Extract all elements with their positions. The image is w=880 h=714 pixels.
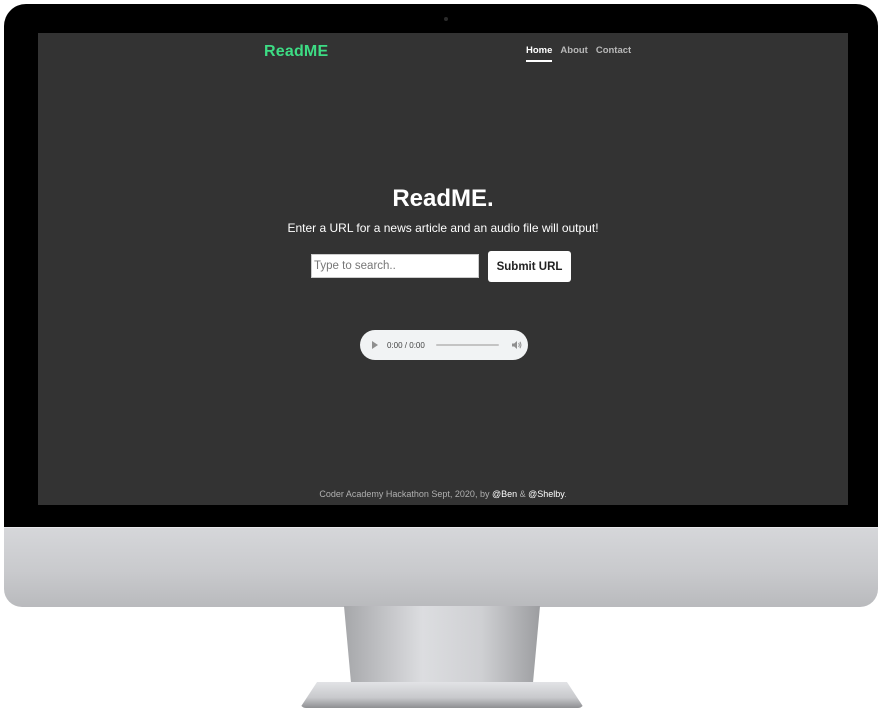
audio-progress-bar[interactable] <box>435 344 499 346</box>
footer-text: Coder Academy Hackathon Sept, 2020, by <box>319 489 492 499</box>
page-subtitle: Enter a URL for a news article and an au… <box>287 221 599 235</box>
submit-url-button[interactable]: Submit URL <box>488 251 571 282</box>
audio-player: 0:00 / 0:00 <box>360 330 528 360</box>
monitor-chin <box>4 527 878 607</box>
nav-about[interactable]: About <box>560 45 587 62</box>
footer-end: . <box>564 489 567 499</box>
monitor-stand-base <box>300 682 584 708</box>
camera-dot <box>444 17 448 21</box>
footer-link-shelby[interactable]: @Shelby <box>528 489 564 499</box>
audio-time: 0:00 / 0:00 <box>387 340 425 350</box>
footer-link-ben[interactable]: @Ben <box>492 489 517 499</box>
monitor-mockup: ReadME Home About Contact ReadME. Enter … <box>0 0 880 714</box>
nav-home[interactable]: Home <box>526 45 553 62</box>
footer-ampersand: & <box>517 489 529 499</box>
screen: ReadME Home About Contact ReadME. Enter … <box>38 33 848 505</box>
brand-logo[interactable]: ReadME <box>264 43 328 61</box>
page-title: ReadME. <box>392 185 494 212</box>
monitor-stand-neck <box>344 606 540 692</box>
nav-contact[interactable]: Contact <box>596 45 631 62</box>
url-search-input[interactable] <box>311 254 479 278</box>
top-nav: Home About Contact <box>526 45 639 62</box>
play-icon[interactable] <box>372 341 378 349</box>
footer: Coder Academy Hackathon Sept, 2020, by @… <box>38 489 848 499</box>
volume-icon[interactable] <box>511 339 523 351</box>
